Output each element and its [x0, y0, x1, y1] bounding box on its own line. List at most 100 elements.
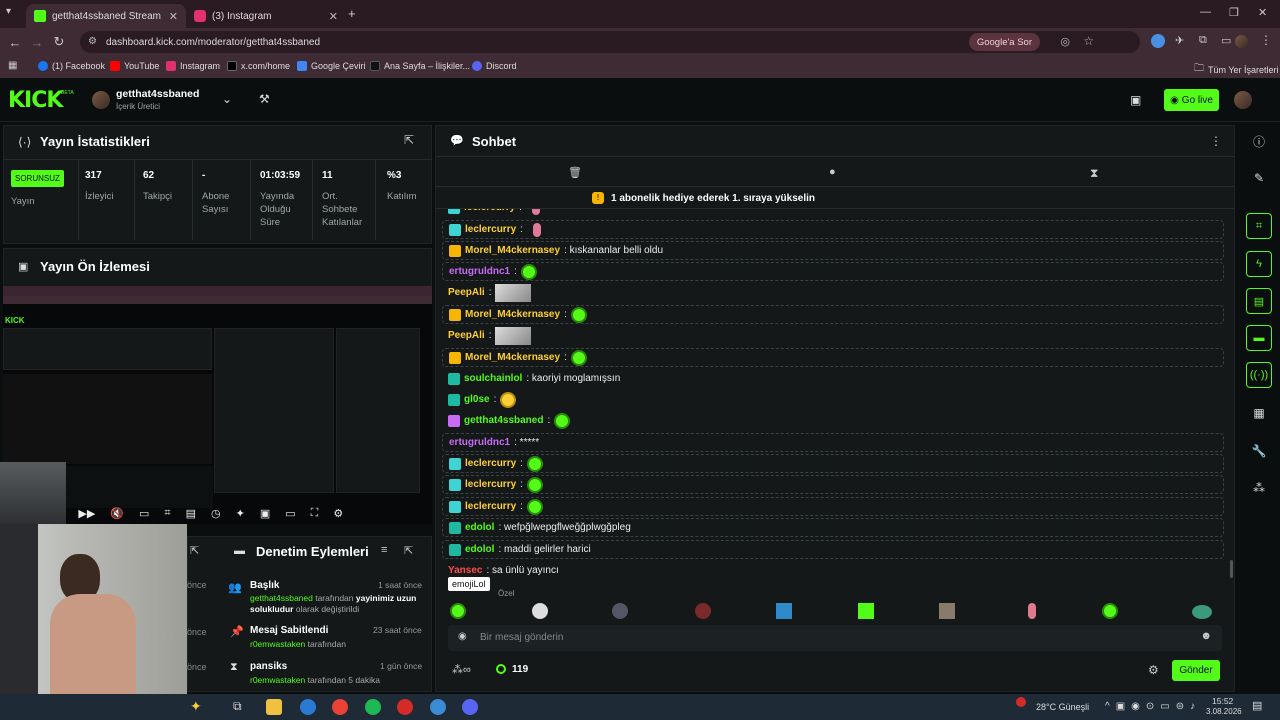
emote-icon[interactable]: [612, 603, 628, 619]
minimize-icon[interactable]: —: [1200, 6, 1211, 18]
chat-emote-icon[interactable]: [570, 349, 587, 366]
chat-username[interactable]: Yansec: [448, 565, 482, 576]
fast-forward-icon[interactable]: ▶▶: [78, 507, 95, 520]
restore-icon[interactable]: ❐: [1229, 6, 1239, 19]
chat-emote-icon[interactable]: [570, 306, 587, 323]
new-tab-icon[interactable]: +: [348, 6, 356, 21]
layout-icon[interactable]: ▦: [1249, 403, 1269, 423]
kick-logo[interactable]: KICK: [8, 88, 63, 113]
mod-actor[interactable]: getthat4ssbaned: [250, 593, 313, 603]
tab-instagram[interactable]: (3) Instagram ✕: [186, 4, 346, 28]
channel-switch-chevron-down-icon[interactable]: ⌄: [222, 92, 232, 106]
chat-scrollbar[interactable]: [1230, 560, 1233, 578]
url-field[interactable]: ⚙ dashboard.kick.com/moderator/getthat4s…: [80, 31, 1140, 53]
clock-date[interactable]: 3.08.2026: [1206, 707, 1242, 716]
tab-list-icon[interactable]: ▾: [6, 6, 11, 17]
chat-username[interactable]: PeepAli: [448, 330, 485, 341]
mod-actor[interactable]: r0emwastaken: [250, 675, 305, 685]
chat-settings-gear-icon[interactable]: ⚙: [1148, 663, 1159, 677]
chat-username[interactable]: ertugruldnc1: [449, 266, 510, 277]
chat-input[interactable]: ◉ Bir mesaj gönderin ☻: [448, 625, 1222, 651]
chat-username[interactable]: leclercurry: [465, 501, 516, 512]
chat-emote-icon[interactable]: [526, 476, 543, 493]
bookmark-discord[interactable]: Discord: [472, 61, 517, 71]
chat-username[interactable]: gl0se: [464, 394, 490, 405]
points-value[interactable]: 119: [512, 664, 528, 675]
emote-icon[interactable]: [1192, 605, 1212, 619]
camera-icon[interactable]: ▭: [139, 507, 149, 520]
emote-icon[interactable]: [1028, 603, 1036, 619]
weather-text[interactable]: 28°C Güneşli: [1036, 702, 1089, 712]
chat-emote-icon[interactable]: [495, 326, 532, 345]
apps-grid-icon[interactable]: ▦: [8, 60, 17, 71]
chat-icon[interactable]: ▬: [1246, 325, 1272, 351]
edge-icon[interactable]: [300, 699, 316, 715]
chat-emote-icon[interactable]: [532, 222, 541, 237]
wrench-icon[interactable]: 🔧: [1249, 441, 1269, 461]
crop-icon[interactable]: ⌗: [164, 507, 170, 520]
chat-banner[interactable]: 1 abonelik hediye ederek 1. sıraya yükse…: [611, 193, 815, 204]
info-icon[interactable]: ⓘ: [1249, 131, 1269, 151]
close-window-icon[interactable]: ✕: [1258, 6, 1267, 19]
tools-hammer-icon[interactable]: ⚒: [259, 92, 270, 106]
slow-mode-hourglass-icon[interactable]: ⧗: [1090, 166, 1098, 181]
chat-emote-icon[interactable]: [500, 391, 517, 408]
lightning-icon[interactable]: ϟ: [1246, 251, 1272, 277]
bookmark-google-ceviri[interactable]: Google Çeviri: [297, 61, 366, 71]
widgets-icon[interactable]: ✦: [190, 698, 202, 715]
chat-emote-icon[interactable]: [526, 498, 543, 515]
task-view-icon[interactable]: ⧉: [233, 699, 242, 714]
back-icon[interactable]: ←: [4, 35, 26, 50]
broadcast-icon[interactable]: ((·)): [1246, 362, 1272, 388]
chat-username[interactable]: edolol: [465, 544, 494, 555]
reload-icon[interactable]: ↻: [48, 34, 70, 50]
stream-manager-icon[interactable]: ▣: [1130, 93, 1141, 107]
chat-emote-icon[interactable]: [520, 263, 537, 280]
edit-pencil-icon[interactable]: ✎: [1249, 168, 1269, 188]
popout-icon[interactable]: ⇱: [404, 133, 414, 147]
file-explorer-icon[interactable]: [266, 699, 282, 715]
chat-username[interactable]: edolol: [465, 522, 494, 533]
profile-avatar[interactable]: [1235, 35, 1248, 48]
forward-icon[interactable]: →: [26, 35, 48, 50]
popout-icon[interactable]: ⇱: [190, 544, 199, 557]
bookmark-youtube[interactable]: YouTube: [110, 61, 159, 71]
extensions-puzzle-icon[interactable]: ⧉: [1199, 34, 1207, 47]
sidebar-icon[interactable]: ▭: [1221, 34, 1231, 47]
chat-username[interactable]: leclercurry: [464, 209, 515, 213]
notification-icon[interactable]: ▤: [1252, 699, 1262, 712]
users-icon[interactable]: ⁂: [1249, 478, 1269, 498]
all-bookmarks[interactable]: 🗀 Tüm Yer İşaretleri: [1194, 61, 1279, 78]
emote-icon[interactable]: [939, 603, 955, 619]
mod-actor[interactable]: r0emwastaken: [250, 639, 305, 649]
infinity-icon[interactable]: ⁂∞: [452, 663, 471, 676]
captions-icon[interactable]: ▭: [285, 507, 295, 520]
send-button[interactable]: Gönder: [1172, 660, 1220, 681]
filter-icon[interactable]: ≡: [381, 544, 387, 556]
chat-username[interactable]: Morel_M4ckernasey: [465, 352, 560, 363]
discord-icon[interactable]: [462, 699, 478, 715]
chat-emote-icon[interactable]: [531, 209, 540, 215]
clip-icon[interactable]: ⌗: [1246, 213, 1272, 239]
bookmark-ana-sayfa[interactable]: Ana Sayfa – İlişkiler...: [370, 61, 470, 71]
chat-emote-icon[interactable]: [526, 455, 543, 472]
extension-icon[interactable]: ✈: [1175, 34, 1184, 47]
chrome-icon[interactable]: [332, 699, 348, 715]
chat-username[interactable]: leclercurry: [465, 479, 516, 490]
bookmark-instagram[interactable]: Instagram: [166, 61, 220, 71]
star-icon[interactable]: ☆: [1083, 34, 1094, 48]
tray-icons[interactable]: ^▣◉⊙▭⊜♪: [1105, 701, 1201, 712]
trash-icon[interactable]: 🗑: [568, 166, 582, 179]
google-sor-button[interactable]: Google'a Sor: [968, 33, 1040, 51]
browser-menu-icon[interactable]: ⋮: [1260, 33, 1272, 47]
channel-avatar[interactable]: [92, 91, 110, 109]
emote-lol-icon[interactable]: [450, 603, 466, 619]
chat-mode-icon[interactable]: ●: [829, 166, 836, 178]
settings-gear-icon[interactable]: ⚙: [333, 507, 343, 520]
site-info-icon[interactable]: ⚙: [88, 36, 97, 47]
app-icon[interactable]: [430, 699, 446, 715]
fullscreen-icon[interactable]: ⛶: [311, 507, 319, 520]
clock-time[interactable]: 15:52: [1212, 696, 1233, 706]
chat-username[interactable]: leclercurry: [465, 224, 516, 235]
emote-icon[interactable]: [776, 603, 792, 619]
